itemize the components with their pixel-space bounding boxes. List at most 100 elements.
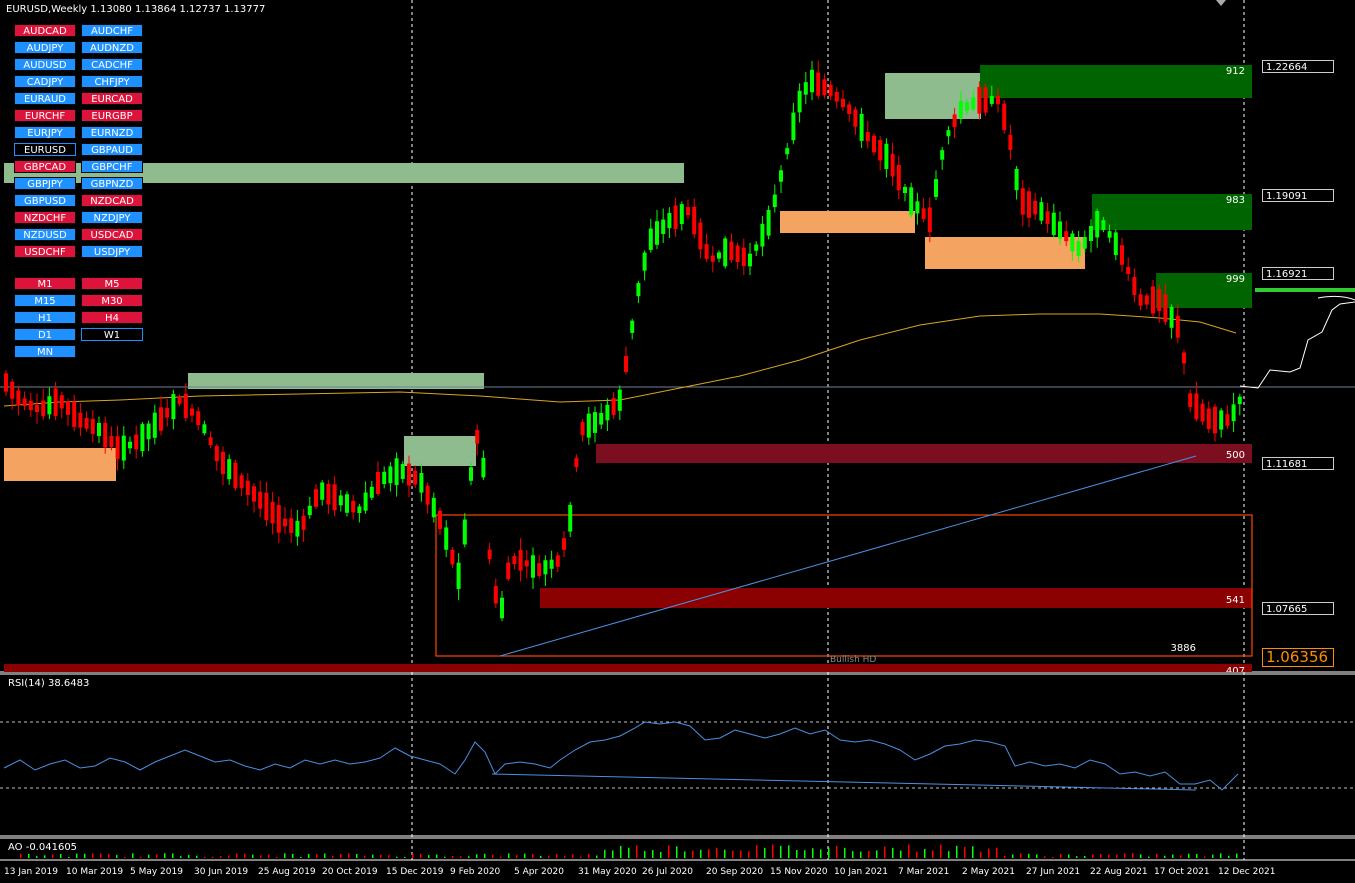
symbol-button-chfjpy[interactable]: CHFJPY — [81, 75, 143, 88]
timeframe-button-d1[interactable]: D1 — [14, 328, 76, 341]
ao-bar — [612, 850, 614, 858]
candle-body — [878, 139, 883, 161]
symbol-button-audusd[interactable]: AUDUSD — [14, 58, 76, 71]
candle-body — [772, 194, 777, 208]
candle-body — [1144, 295, 1149, 305]
symbol-button-nzdcad[interactable]: NZDCAD — [81, 194, 143, 207]
timeframe-button-mn[interactable]: MN — [14, 345, 76, 358]
candle-body — [59, 395, 64, 409]
candle-body — [1033, 200, 1038, 215]
symbol-button-cadchf[interactable]: CADCHF — [81, 58, 143, 71]
symbol-button-gbpchf[interactable]: GBPCHF — [81, 160, 143, 173]
ao-bar — [924, 849, 926, 858]
ao-bar — [860, 851, 862, 858]
timeframe-button-h4[interactable]: H4 — [81, 311, 143, 324]
symbol-button-nzdusd[interactable]: NZDUSD — [14, 228, 76, 241]
ao-bar — [1052, 856, 1054, 858]
ao-bar — [948, 851, 950, 858]
ao-bar — [700, 849, 702, 858]
zone-sand-2 — [925, 237, 1085, 269]
symbol-button-gbpjpy[interactable]: GBPJPY — [14, 177, 76, 190]
symbol-button-eurjpy[interactable]: EURJPY — [14, 126, 76, 139]
timeframe-button-m1[interactable]: M1 — [14, 277, 76, 290]
ao-bar — [100, 853, 102, 858]
ao-bar — [964, 847, 966, 858]
candle-body — [524, 560, 529, 567]
symbol-button-euraud[interactable]: EURAUD — [14, 92, 76, 105]
ao-bar — [60, 853, 62, 858]
candle-body — [921, 208, 926, 219]
symbol-button-gbpnzd[interactable]: GBPNZD — [81, 177, 143, 190]
symbol-button-nzdjpy[interactable]: NZDJPY — [81, 211, 143, 224]
candle-body — [686, 207, 690, 215]
symbol-button-gbpcad[interactable]: GBPCAD — [14, 160, 76, 173]
symbol-button-eurnzd[interactable]: EURNZD — [81, 126, 143, 139]
symbol-button-usdjpy[interactable]: USDJPY — [81, 245, 143, 258]
candle-body — [667, 213, 672, 229]
timeframe-button-m30[interactable]: M30 — [81, 294, 143, 307]
timeframe-button-m5[interactable]: M5 — [81, 277, 143, 290]
symbol-button-audcad[interactable]: AUDCAD — [14, 24, 76, 37]
timeframe-button-w1[interactable]: W1 — [81, 328, 143, 341]
candle-body — [946, 130, 951, 137]
scroll-arrow-icon[interactable] — [1216, 0, 1226, 6]
chart-header: EURUSD,Weekly 1.13080 1.13864 1.12737 1.… — [6, 4, 265, 15]
ao-bar — [820, 849, 822, 858]
ao-bar — [1172, 854, 1174, 858]
ao-bar — [1140, 854, 1142, 858]
candle-body — [506, 562, 511, 580]
ao-bar — [868, 850, 870, 858]
candle-body — [1206, 408, 1211, 430]
candle-body — [1169, 306, 1174, 328]
symbol-button-eurusd[interactable]: EURUSD — [14, 143, 76, 156]
candle-body — [481, 457, 486, 478]
candle-body — [655, 221, 659, 245]
symbol-button-audchf[interactable]: AUDCHF — [81, 24, 143, 37]
ao-bar — [692, 850, 694, 858]
candle-body — [1182, 352, 1186, 364]
timeframe-button-m15[interactable]: M15 — [14, 294, 76, 307]
candle-body — [1027, 191, 1031, 218]
candle-body — [1113, 232, 1118, 256]
candle-body — [196, 411, 201, 426]
ao-bar — [148, 854, 150, 858]
candle-body — [822, 79, 827, 96]
bullish-hd-label: Bullish HD — [830, 655, 877, 665]
ao-bar — [1092, 854, 1094, 858]
symbol-button-eurchf[interactable]: EURCHF — [14, 109, 76, 122]
ao-bar — [348, 853, 350, 858]
symbol-button-usdcad[interactable]: USDCAD — [81, 228, 143, 241]
ao-bar — [1108, 854, 1110, 858]
candle-body — [252, 486, 256, 502]
ao-bar — [332, 855, 334, 858]
zone-label-999: 999 — [1225, 274, 1245, 285]
candle-body — [859, 113, 864, 141]
candle-body — [431, 497, 436, 518]
candle-body — [983, 87, 988, 113]
candle-body — [469, 467, 473, 481]
symbol-button-gbpusd[interactable]: GBPUSD — [14, 194, 76, 207]
symbol-button-audjpy[interactable]: AUDJPY — [14, 41, 76, 54]
ao-bar — [788, 845, 790, 858]
date-tick-label: 20 Oct 2019 — [322, 867, 378, 877]
chart-canvas[interactable] — [0, 0, 1355, 883]
symbol-button-gbpaud[interactable]: GBPAUD — [81, 143, 143, 156]
candle-body — [965, 102, 969, 111]
symbol-button-cadjpy[interactable]: CADJPY — [14, 75, 76, 88]
symbol-button-usdchf[interactable]: USDCHF — [14, 245, 76, 258]
candle-body — [1058, 221, 1062, 239]
candle-body — [642, 252, 647, 271]
candle-body — [555, 555, 560, 567]
candle-body — [413, 470, 418, 485]
timeframe-button-h1[interactable]: H1 — [14, 311, 76, 324]
candle-body — [977, 86, 982, 114]
date-tick-label: 31 May 2020 — [578, 867, 637, 877]
ao-bar — [1004, 856, 1006, 858]
symbol-button-nzdchf[interactable]: NZDCHF — [14, 211, 76, 224]
symbol-button-eurcad[interactable]: EURCAD — [81, 92, 143, 105]
date-tick-label: 2 May 2021 — [962, 867, 1015, 877]
symbol-button-audnzd[interactable]: AUDNZD — [81, 41, 143, 54]
ao-bar — [876, 850, 878, 858]
symbol-button-eurgbp[interactable]: EURGBP — [81, 109, 143, 122]
zone-label-500: 500 — [1225, 450, 1245, 461]
